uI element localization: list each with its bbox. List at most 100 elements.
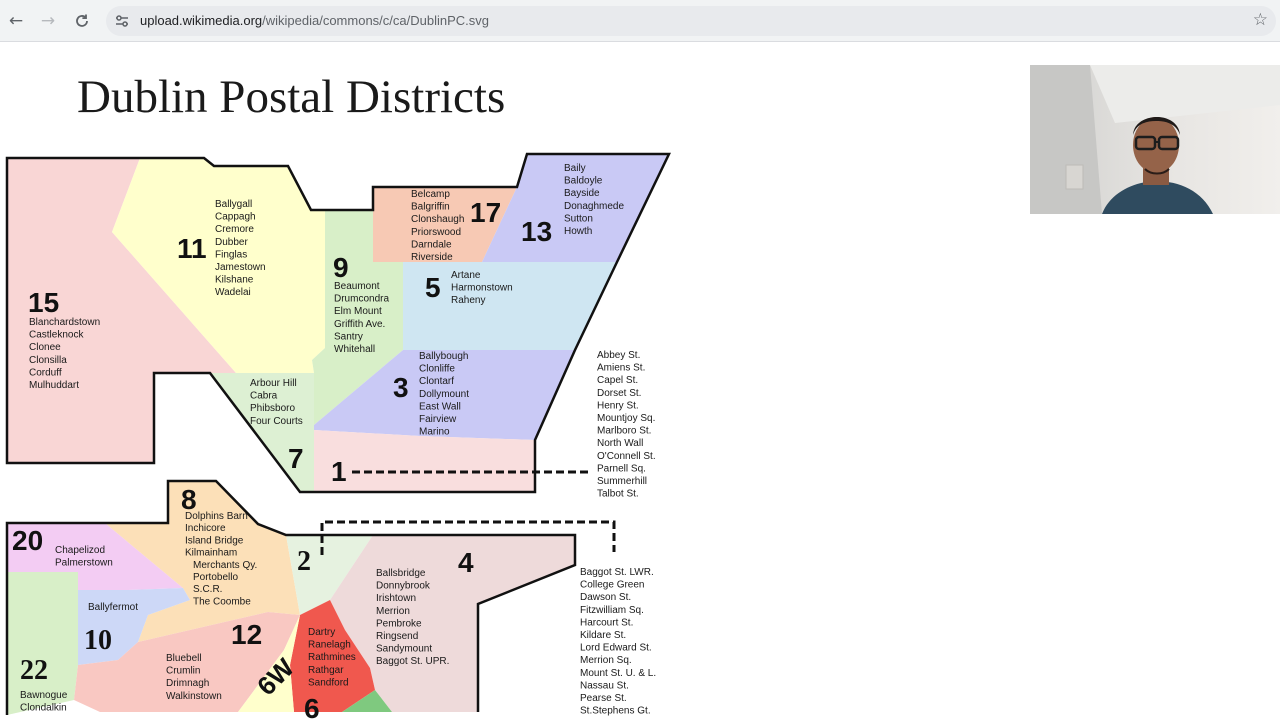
area-label: North Wall — [597, 438, 643, 449]
area-label: Baggot St. LWR. — [580, 567, 654, 578]
area-label: East Wall — [419, 401, 461, 412]
area-label: Clonee — [29, 342, 61, 353]
area-label: Griffith Ave. — [334, 319, 385, 330]
area-label: Dollymount — [419, 389, 469, 400]
tune-icon[interactable] — [114, 13, 130, 29]
area-list-d7: Arbour Hill CabraPhibsboro Four Courts — [250, 378, 303, 427]
area-label: Irishtown — [376, 593, 416, 604]
area-label: Priorswood — [411, 227, 461, 238]
area-label: Baily — [564, 163, 586, 174]
area-label: Corduff — [29, 367, 62, 378]
area-label: The Coombe — [193, 596, 251, 607]
area-label: Crumlin — [166, 666, 200, 677]
area-label: Raheny — [451, 295, 485, 306]
area-label: Riverside — [411, 252, 453, 263]
area-label: Wadelai — [215, 287, 251, 298]
district-number-22: 22 — [20, 655, 48, 686]
area-label: Kildare St. — [580, 630, 626, 641]
district-number-3: 3 — [393, 372, 409, 403]
dublin-postal-map: 15 11 9 17 13 5 3 7 1 8 20 10 12 22 2 4 … — [5, 152, 671, 720]
area-label: Clontarf — [419, 376, 454, 387]
district-number-20: 20 — [12, 525, 43, 556]
area-label: Lord Edward St. — [580, 643, 652, 654]
area-label: Amiens St. — [597, 363, 645, 374]
area-label: O'Connell St. — [597, 451, 656, 462]
area-label: Sutton — [564, 213, 593, 224]
area-label: Bayside — [564, 188, 600, 199]
area-label: Parnell Sq. — [597, 463, 646, 474]
area-label: Merrion — [376, 606, 410, 617]
area-label: Belcamp — [411, 189, 450, 200]
area-label: Island Bridge — [185, 535, 244, 546]
area-label: Rathmines — [308, 652, 356, 663]
area-label: Merchants Qy. — [193, 560, 257, 571]
area-label: Bluebell — [166, 653, 202, 664]
area-label: Donnybrook — [376, 581, 431, 592]
area-label: College Green — [580, 580, 644, 591]
area-label: Mount St. U. & L. — [580, 668, 656, 679]
district-number-17: 17 — [470, 197, 501, 228]
area-label: Harcourt St. — [580, 617, 633, 628]
area-label: Capel St. — [597, 375, 638, 386]
district-number-15: 15 — [28, 287, 59, 318]
area-label: Drimnagh — [166, 678, 209, 689]
url-text[interactable]: upload.wikimedia.org/wikipedia/commons/c… — [140, 13, 489, 28]
area-label: Beaumont — [334, 281, 380, 292]
area-label: Palmerstown — [55, 558, 113, 569]
region-d1 — [314, 430, 535, 492]
area-label: Drumcondra — [334, 294, 389, 305]
district-number-5: 5 — [425, 272, 441, 303]
area-label: Dorset St. — [597, 388, 641, 399]
area-label: Clondalkin — [20, 703, 67, 714]
area-label: Inchicore — [185, 523, 226, 534]
area-label: Nassau St. — [580, 680, 629, 691]
area-label: Arbour Hill — [250, 378, 297, 389]
webcam-overlay — [1030, 65, 1280, 214]
area-label: Marino — [419, 427, 450, 438]
area-label: S.C.R. — [193, 584, 222, 595]
area-label: Marlboro St. — [597, 426, 651, 437]
district-number-11: 11 — [177, 233, 207, 264]
reload-icon[interactable] — [70, 9, 94, 33]
area-label: Sandford — [308, 677, 349, 688]
area-label: Baldoyle — [564, 176, 603, 187]
area-label: Phibsboro — [250, 403, 295, 414]
area-list-d1: Abbey St. Amiens St.Capel St. Dorset St.He… — [597, 350, 656, 500]
area-label: Baggot St. UPR. — [376, 656, 449, 667]
area-label: Dawson St. — [580, 592, 631, 603]
star-icon[interactable]: ☆ — [1253, 10, 1268, 30]
area-label: Chapelizod — [55, 545, 105, 556]
area-label: Ballygall — [215, 199, 252, 210]
area-label: Bawnogue — [20, 690, 68, 701]
area-list-d20: Chapelizod Palmerstown — [55, 545, 113, 569]
area-label: Darndale — [411, 239, 452, 250]
area-label: Whitehall — [334, 344, 375, 355]
area-label: Santry — [334, 331, 363, 342]
area-label: Clonshaugh — [411, 214, 464, 225]
url-path: /wikipedia/commons/c/ca/DublinPC.svg — [262, 13, 489, 28]
area-label: Walkinstown — [166, 691, 222, 702]
area-label: Clonsilla — [29, 355, 67, 366]
url-host: upload.wikimedia.org — [140, 13, 263, 28]
area-label: Abbey St. — [597, 350, 640, 361]
area-label: Cremore — [215, 224, 254, 235]
area-label: Rathgar — [308, 665, 344, 676]
area-label: Ballsbridge — [376, 568, 426, 579]
area-label: Mountjoy Sq. — [597, 413, 655, 424]
district-number-2: 2 — [297, 546, 311, 577]
district-number-13: 13 — [521, 216, 552, 247]
area-label: Harmonstown — [451, 283, 513, 294]
address-bar[interactable]: upload.wikimedia.org/wikipedia/commons/c… — [106, 6, 1276, 36]
area-label: Blanchardstown — [29, 317, 100, 328]
arrow-right-icon[interactable]: → — [36, 9, 60, 33]
area-label: Donaghmede — [564, 201, 624, 212]
area-label: Fitzwilliam Sq. — [580, 605, 644, 616]
area-label: Kilmainham — [185, 548, 237, 559]
district-number-6: 6 — [304, 693, 320, 720]
arrow-left-icon[interactable]: ← — [4, 9, 28, 33]
area-label: Fairview — [419, 414, 457, 425]
area-label: Dubber — [215, 237, 248, 248]
area-label: Finglas — [215, 249, 247, 260]
area-label: Cabra — [250, 391, 278, 402]
area-label: Balgriffin — [411, 202, 450, 213]
